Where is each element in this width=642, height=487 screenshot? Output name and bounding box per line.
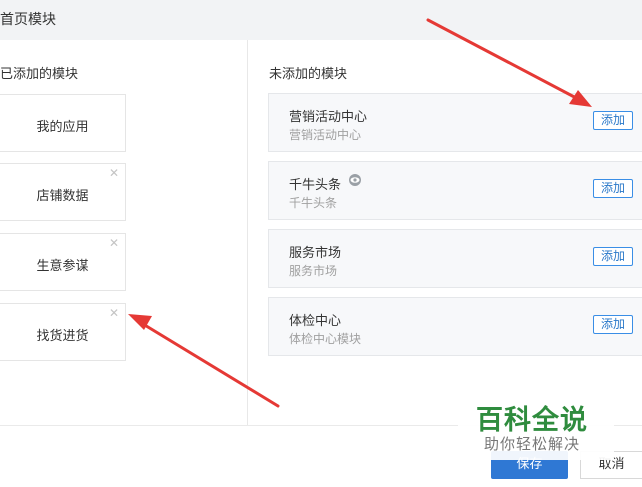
arrow-line-top (426, 18, 582, 102)
arrowhead-top (569, 90, 592, 107)
annotation-arrows (128, 18, 592, 408)
arrow-line-bottom (141, 322, 280, 408)
